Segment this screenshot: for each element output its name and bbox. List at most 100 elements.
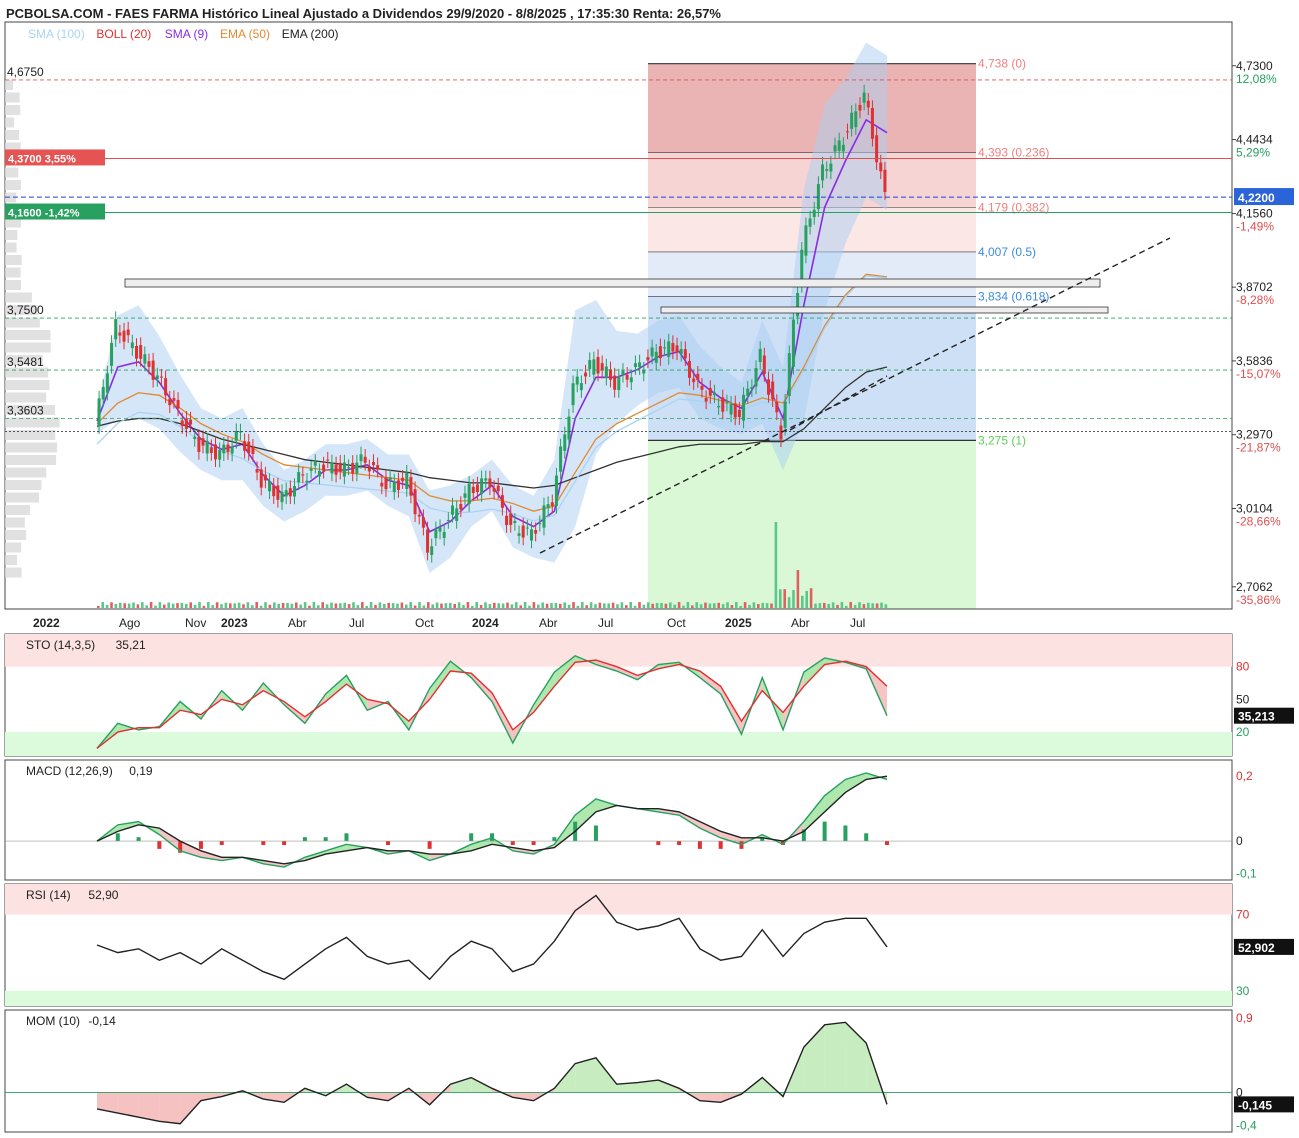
candle-body <box>438 527 442 532</box>
volume-bar <box>202 605 206 608</box>
candle-body <box>384 477 388 490</box>
volume-bar <box>713 603 716 608</box>
macd-hist-bar <box>469 833 474 842</box>
candle-body <box>854 111 858 128</box>
volume-bar <box>365 605 368 608</box>
candle-body <box>646 357 650 361</box>
volume-bar <box>545 603 549 608</box>
volume-bar <box>616 604 619 608</box>
volume-bar <box>110 602 113 608</box>
candle-body <box>135 346 138 359</box>
candle-body <box>380 482 384 487</box>
volume-bar <box>97 606 100 608</box>
candle-body <box>376 465 380 470</box>
candle-body <box>733 403 737 418</box>
candle-body <box>475 484 479 493</box>
volume-bar <box>559 603 562 608</box>
volume-bar <box>449 602 452 608</box>
macd-hist-bar <box>531 841 536 845</box>
volume-bar <box>105 604 109 608</box>
volume-bar <box>211 605 214 608</box>
rsi-label: RSI (14) <box>26 888 71 902</box>
stock-chart: PCBOLSA.COM - FAES FARMA Histórico Linea… <box>4 6 1294 1133</box>
volume-bar <box>299 604 302 608</box>
volume-bar <box>638 602 641 608</box>
volume-bar <box>664 603 668 608</box>
candle-body <box>459 503 463 510</box>
macd-hist-bar <box>323 837 328 842</box>
volume-bar <box>198 602 201 608</box>
volume-bar <box>215 602 219 608</box>
candle-body <box>396 480 400 490</box>
candle-body <box>841 144 845 152</box>
volume-bar <box>765 603 769 608</box>
candle-body <box>417 514 421 517</box>
x-axis-label: Jul <box>349 616 364 630</box>
candle-body <box>683 349 687 359</box>
macd-frame <box>4 759 1233 881</box>
candle-body <box>172 398 176 401</box>
candle-body <box>692 378 696 383</box>
volume-bar <box>317 605 320 608</box>
volume-bar <box>607 603 610 608</box>
right-axis-value: 3,2970 <box>1236 428 1273 442</box>
rsi-zone <box>5 884 1232 915</box>
candle-body <box>633 363 637 368</box>
volume-bar <box>396 603 399 608</box>
candle-body <box>538 523 542 525</box>
legend-item: BOLL (20) <box>96 27 151 41</box>
volume-bar <box>743 602 747 608</box>
candle-body <box>879 162 883 172</box>
macd-hist-bar <box>115 833 120 842</box>
volume-bar <box>334 603 338 608</box>
volume-bar <box>273 602 276 608</box>
volume-profile-bar <box>5 230 18 240</box>
volume-profile-bar <box>5 542 22 553</box>
volume-profile-bar <box>5 455 57 465</box>
candle-body <box>525 527 529 529</box>
volume-bar <box>523 602 527 608</box>
volume-bar <box>383 603 386 608</box>
volume-bar <box>444 603 448 608</box>
candle-body <box>309 468 313 471</box>
volume-bar <box>369 602 373 608</box>
volume-bar <box>642 604 646 608</box>
volume-bar <box>427 602 430 608</box>
candle-body <box>372 462 375 466</box>
candle-body <box>509 513 513 525</box>
macd-fill <box>595 798 617 812</box>
left-price-label: 3,7500 <box>7 303 44 317</box>
candle-body <box>833 145 837 152</box>
legend-item: EMA (50) <box>220 27 270 41</box>
volume-bar <box>576 605 580 608</box>
candle-body <box>243 441 247 451</box>
chart-title: PCBOLSA.COM - FAES FARMA Histórico Linea… <box>6 6 721 21</box>
volume-bar <box>717 602 720 608</box>
volume-bar <box>101 602 104 608</box>
volume-profile-bar <box>5 342 51 353</box>
x-axis-label: Abr <box>791 616 810 630</box>
candle-body <box>218 450 222 460</box>
candle-body <box>317 471 321 477</box>
volume-bar <box>356 605 360 608</box>
candle-body <box>625 374 629 380</box>
candle-body <box>758 349 762 363</box>
macd-fill <box>720 831 742 845</box>
volume-bar <box>708 603 712 608</box>
volume-bar <box>347 604 351 608</box>
volume-bar <box>312 602 316 608</box>
candle-body <box>193 436 197 440</box>
rsi-value: 52,90 <box>88 888 118 902</box>
candle-body <box>554 475 558 506</box>
volume-profile-bar <box>5 292 32 303</box>
volume-bar <box>721 604 725 608</box>
rsi-current-value: 52,902 <box>1238 941 1275 955</box>
volume-bar <box>840 602 844 608</box>
candle-body <box>322 464 326 471</box>
x-axis-label: Jul <box>850 616 865 630</box>
volume-bar <box>180 602 184 608</box>
candle-body <box>542 505 546 528</box>
candle-body <box>717 406 721 408</box>
candle-body <box>342 462 346 477</box>
sto-fill <box>325 675 347 702</box>
